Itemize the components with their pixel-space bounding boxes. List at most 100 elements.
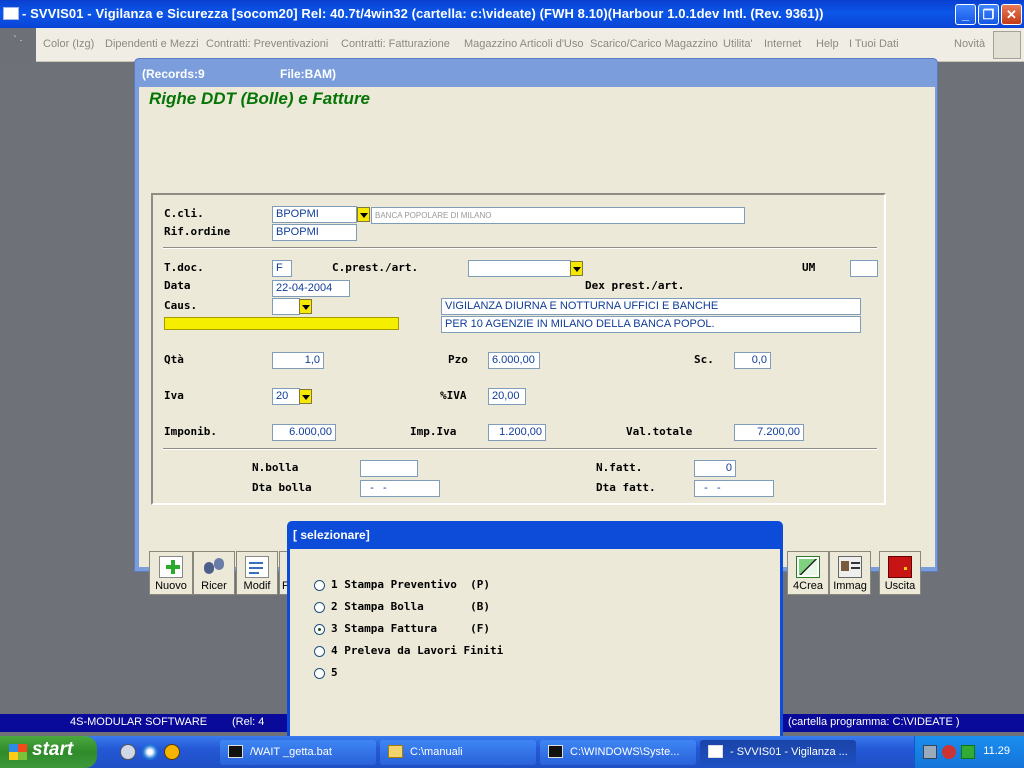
task-wait-getta[interactable]: /WAIT _getta.bat: [220, 740, 376, 765]
security-icon[interactable]: [942, 745, 956, 759]
console-icon: [548, 745, 563, 758]
dta-bolla-input[interactable]: - -: [360, 480, 440, 497]
cprest-input[interactable]: [468, 260, 571, 277]
dialog-body: 1 Stampa Preventivo (P) 2 Stampa Bolla (…: [290, 549, 780, 736]
menu-preventivazioni[interactable]: Contratti: Preventivazioni: [206, 38, 328, 50]
menu-novita[interactable]: Novità: [954, 38, 985, 50]
create-chart-icon: [796, 556, 820, 578]
desktop-icon[interactable]: [120, 744, 136, 760]
imponib-input[interactable]: 6.000,00: [272, 424, 336, 441]
form-panel: C.cli. BPOPMI BANCA POPOLARE DI MILANO R…: [151, 193, 886, 505]
restore-button[interactable]: ❐: [978, 4, 999, 25]
image-card-icon: [838, 556, 862, 578]
nuovo-button[interactable]: Nuovo: [149, 551, 193, 595]
option-5[interactable]: 5: [314, 665, 614, 681]
option-stampa-fattura[interactable]: 3 Stampa Fattura (F): [314, 621, 614, 637]
menu-end-button[interactable]: [993, 31, 1021, 59]
description-line-2[interactable]: PER 10 AGENZIE IN MILANO DELLA BANCA POP…: [441, 316, 861, 333]
qta-input[interactable]: 1,0: [272, 352, 324, 369]
child-window: (Records:9 File:BAM) Righe DDT (Bolle) e…: [134, 58, 938, 595]
dta-bolla-label: Dta bolla: [252, 481, 312, 494]
iva-input[interactable]: 20: [272, 388, 300, 405]
task-manuali[interactable]: C:\manuali: [380, 740, 536, 765]
menu-tuoi-dati[interactable]: I Tuoi Dati: [849, 38, 899, 50]
minimize-button[interactable]: _: [955, 4, 976, 25]
status-mid: (Rel: 4: [232, 716, 265, 728]
radio-icon[interactable]: [314, 602, 325, 613]
menu-help[interactable]: Help: [816, 38, 839, 50]
system-tray: 11.29: [914, 736, 1024, 768]
dta-fatt-input[interactable]: - -: [694, 480, 774, 497]
task-svvis01[interactable]: - SVVIS01 - Vigilanza ...: [700, 740, 856, 765]
radio-icon[interactable]: [314, 580, 325, 591]
close-button[interactable]: ✕: [1001, 4, 1022, 25]
n-fatt-label: N.fatt.: [596, 461, 643, 474]
tray-app-icon[interactable]: [961, 745, 975, 759]
pzo-input[interactable]: 6.000,00: [488, 352, 540, 369]
start-button[interactable]: start: [0, 736, 97, 768]
sc-label: Sc.: [694, 353, 714, 366]
tdoc-label: T.doc.: [164, 261, 204, 274]
option-stampa-bolla[interactable]: 2 Stampa Bolla (B): [314, 599, 614, 615]
cprest-label: C.prest./art.: [332, 261, 419, 274]
um-input[interactable]: [850, 260, 878, 277]
task-windows-system[interactable]: C:\WINDOWS\Syste...: [540, 740, 696, 765]
immag-button[interactable]: Immag: [829, 551, 871, 595]
media-player-icon[interactable]: [164, 744, 180, 760]
description-line-1[interactable]: VIGILANZA DIURNA E NOTTURNA UFFICI E BAN…: [441, 298, 861, 315]
menu-scarico-carico[interactable]: Scarico/Carico Magazzino: [590, 38, 718, 50]
tdoc-input[interactable]: F: [272, 260, 292, 277]
option-preleva-lavori[interactable]: 4 Preleva da Lavori Finiti: [314, 643, 614, 659]
menu-dipendenti[interactable]: Dipendenti e Mezzi: [105, 38, 199, 50]
modif-button[interactable]: Modif: [236, 551, 278, 595]
console-icon: [228, 745, 243, 758]
folder-icon: [388, 745, 403, 758]
sc-input[interactable]: 0,0: [734, 352, 771, 369]
menu-fatturazione[interactable]: Contratti: Fatturazione: [341, 38, 450, 50]
uscita-button[interactable]: Uscita: [879, 551, 921, 595]
n-fatt-input[interactable]: 0: [694, 460, 736, 477]
iva-dropdown-icon[interactable]: [299, 389, 312, 404]
ricer-button[interactable]: Ricer: [193, 551, 235, 595]
app-window-icon[interactable]: [3, 7, 19, 20]
um-label: UM: [802, 261, 816, 274]
ccli-input[interactable]: BPOPMI: [272, 206, 357, 223]
n-bolla-input[interactable]: [360, 460, 418, 477]
status-right: (cartella programma: C:\VIDEATE ): [788, 716, 960, 728]
rif-ordine-input[interactable]: BPOPMI: [272, 224, 357, 241]
clock[interactable]: 11.29: [983, 745, 1010, 757]
divider: [163, 448, 877, 450]
imp-iva-label: Imp.Iva: [410, 425, 457, 438]
imp-iva-input[interactable]: 1.200,00: [488, 424, 546, 441]
exit-door-icon: [888, 556, 912, 578]
radio-icon[interactable]: [314, 668, 325, 679]
network-icon[interactable]: [923, 745, 937, 759]
radio-selected-icon[interactable]: [314, 624, 325, 635]
caus-dropdown-icon[interactable]: [299, 299, 312, 314]
menu-magazzino[interactable]: Magazzino Articoli d'Uso: [464, 38, 584, 50]
radio-icon[interactable]: [314, 646, 325, 657]
dex-prest-label: Dex prest./art.: [585, 279, 685, 292]
ccli-dropdown-icon[interactable]: [357, 207, 370, 222]
val-totale-input[interactable]: 7.200,00: [734, 424, 804, 441]
menu-internet[interactable]: Internet: [764, 38, 801, 50]
caus-label: Caus.: [164, 299, 198, 312]
option-stampa-preventivo[interactable]: 1 Stampa Preventivo (P): [314, 577, 614, 593]
search-binoculars-icon: [202, 556, 226, 578]
internet-explorer-icon[interactable]: [142, 744, 158, 760]
dialog-title: [ selezionare]: [293, 528, 370, 542]
window-title: - SVVIS01 - Vigilanza e Sicurezza [socom…: [22, 6, 824, 21]
percent-iva-input[interactable]: 20,00: [488, 388, 526, 405]
child-title-bar: (Records:9 File:BAM): [135, 59, 937, 87]
data-input[interactable]: 22-04-2004: [272, 280, 350, 297]
ccli-label: C.cli.: [164, 207, 204, 220]
taskbar: start /WAIT _getta.bat C:\manuali C:\WIN…: [0, 736, 1024, 768]
cprest-dropdown-icon[interactable]: [570, 261, 583, 276]
caus-input[interactable]: [272, 298, 300, 315]
crea-button[interactable]: 4Crea: [787, 551, 829, 595]
iva-label: Iva: [164, 389, 184, 402]
divider: [163, 247, 877, 249]
form-title: Righe DDT (Bolle) e Fatture: [149, 89, 371, 108]
menu-utilita[interactable]: Utilita': [723, 38, 753, 50]
menu-color[interactable]: Color (Izg): [43, 38, 94, 50]
